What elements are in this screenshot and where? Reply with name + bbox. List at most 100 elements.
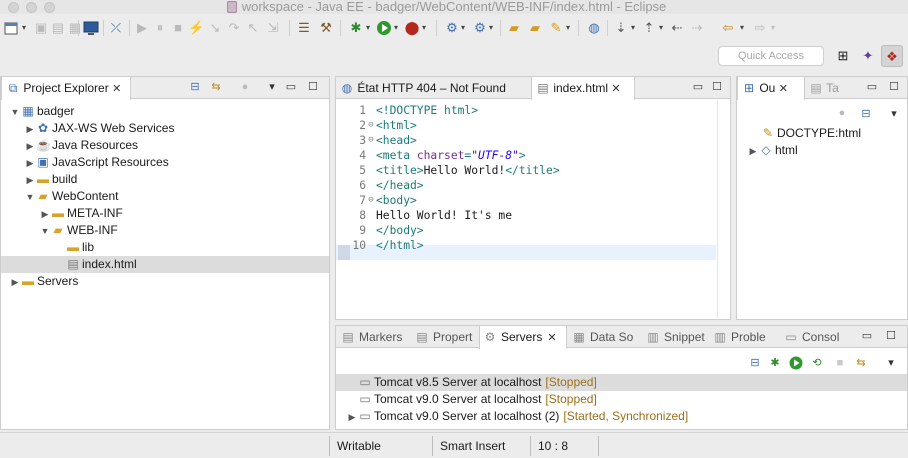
tree-item[interactable]: ▶ ✿ JAX-WS Web Services [1, 120, 329, 137]
prev-annotation-dropdown-icon[interactable]: ▾ [659, 22, 666, 34]
step-over-icon[interactable]: ↷ [226, 20, 242, 36]
tab-outline[interactable]: ⊞ Ou ✕ [737, 77, 805, 100]
tree-item[interactable]: ▶ ☕Java Resources [1, 137, 329, 154]
tab-servers[interactable]: ⚙ Servers ✕ [479, 326, 567, 349]
new-web-server-dropdown-icon[interactable]: ▾ [489, 22, 496, 34]
step-return-icon[interactable]: ↖ [245, 20, 261, 36]
focus-icon[interactable]: ● [238, 80, 252, 94]
server-row[interactable]: ▭ Tomcat v8.5 Server at localhost [Stopped… [336, 374, 907, 391]
collapsed-arrow-icon[interactable]: ▶ [24, 121, 36, 138]
external-tools-dropdown-icon[interactable]: ▾ [422, 22, 429, 34]
open-console-icon[interactable] [83, 20, 99, 36]
new-web-service-icon[interactable]: ⚙ [444, 20, 460, 36]
close-icon[interactable]: ✕ [779, 83, 788, 95]
forward-dropdown-icon[interactable]: ▾ [771, 22, 778, 34]
tab-propert[interactable]: ▤ Propert [412, 326, 478, 348]
tree-item[interactable]: ▶ ▬ build [1, 171, 329, 188]
back-dropdown-icon[interactable]: ▾ [740, 22, 747, 34]
disconnect-icon[interactable]: ⚡ [188, 20, 204, 36]
code-area[interactable]: <!DOCTYPE html> <html> <head> <meta charset… [376, 103, 716, 253]
server-row[interactable]: ▭ Tomcat v9.0 Server at localhost [Stopped… [336, 391, 907, 408]
collapse-all-icon[interactable]: ⊟ [748, 356, 762, 370]
minimize-icon[interactable]: ▭ [691, 80, 705, 94]
prev-annotation-icon[interactable]: ⇡ [641, 20, 657, 36]
save-icon[interactable]: ▣ [33, 20, 49, 36]
globe-icon[interactable]: ◍ [586, 20, 602, 36]
collapsed-arrow-icon[interactable]: ▶ [24, 155, 36, 172]
collapsed-arrow-icon[interactable]: ▶ [747, 143, 759, 160]
new-web-service-dropdown-icon[interactable]: ▾ [461, 22, 468, 34]
forward-icon[interactable]: ⇨ [752, 20, 768, 36]
tree-item[interactable]: ▼ ▦ badger [1, 103, 329, 120]
tab-snippet[interactable]: ▥ Snippet [643, 326, 709, 348]
tab-project-explorer[interactable]: ⧉ Project Explorer ✕ [1, 77, 131, 100]
start-server-icon[interactable] [789, 356, 803, 370]
view-menu-icon[interactable]: ▾ [265, 80, 279, 94]
minimize-icon[interactable]: ▭ [860, 329, 874, 343]
resume-icon[interactable]: ▶ [134, 20, 150, 36]
external-tools-icon[interactable]: ⬤ [404, 20, 420, 36]
collapse-all-icon[interactable]: ⊟ [859, 107, 873, 121]
close-icon[interactable]: ✕ [112, 83, 121, 95]
tree-item[interactable]: ▼ ▰ WEB-INF [1, 222, 329, 239]
open-type-icon[interactable]: ▰ [506, 20, 522, 36]
profile-server-icon[interactable]: ⟲ [810, 356, 824, 370]
expanded-arrow-icon[interactable]: ▼ [24, 189, 36, 206]
outline-item[interactable]: ▶ ◇ html [747, 142, 907, 159]
link-with-editor-icon[interactable]: ⇆ [209, 80, 223, 94]
quick-access-input[interactable]: Quick Access [718, 46, 824, 66]
tree-item[interactable]: ▶ ▬ Servers [1, 273, 329, 290]
publish-icon[interactable]: ⇆ [854, 356, 868, 370]
view-menu-icon[interactable]: ▾ [884, 356, 898, 370]
debug-icon[interactable]: ✱ [348, 20, 364, 36]
suspend-icon[interactable]: ⏸ [152, 20, 168, 36]
new-wizard-icon[interactable] [4, 20, 20, 36]
open-perspective-icon[interactable]: ⊞ [833, 47, 853, 65]
java-perspective-icon[interactable]: ✦ [858, 47, 878, 65]
last-edit-icon[interactable]: ⇠ [669, 20, 685, 36]
print-icon[interactable]: ▦ [67, 20, 83, 36]
save-all-icon[interactable]: ▤ [50, 20, 66, 36]
maximize-icon[interactable]: ☐ [887, 80, 901, 94]
tree-item[interactable]: ▶ ▣ JavaScript Resources [1, 154, 329, 171]
run-dropdown-icon[interactable]: ▾ [394, 22, 401, 34]
tree-item[interactable]: ▶ ▬ META-INF [1, 205, 329, 222]
terminate-icon[interactable]: ■ [170, 20, 186, 36]
debug-dropdown-icon[interactable]: ▾ [366, 22, 373, 34]
tab-task-list[interactable]: ▤ Ta [809, 77, 849, 99]
close-icon[interactable]: ✕ [547, 332, 556, 344]
outline-item[interactable]: ✎ DOCTYPE:html [747, 125, 907, 142]
server-row[interactable]: ▶ ▭ Tomcat v9.0 Server at localhost (2) [St… [336, 408, 907, 425]
tab-browser[interactable]: ◍ État HTTP 404 – Not Found [340, 77, 530, 99]
last-edit-alt-icon[interactable]: ⇢ [689, 20, 705, 36]
next-annotation-dropdown-icon[interactable]: ▾ [631, 22, 638, 34]
collapse-all-icon[interactable]: ⊟ [188, 80, 202, 94]
focus-icon[interactable]: ● [835, 106, 849, 120]
tab-consol[interactable]: ▭ Consol [781, 326, 847, 348]
maximize-icon[interactable]: ☐ [884, 329, 898, 343]
back-icon[interactable]: ⇦ [720, 20, 736, 36]
fold-toggle-icon[interactable]: ⊖ [366, 118, 376, 133]
fold-toggle-icon[interactable]: ⊖ [366, 193, 376, 208]
view-menu-icon[interactable]: ▾ [887, 107, 901, 121]
tree-item[interactable]: ▼ ▰ WebContent [1, 188, 329, 205]
collapsed-arrow-icon[interactable]: ▶ [39, 206, 51, 223]
search-dropdown-icon[interactable]: ▾ [566, 22, 573, 34]
stop-server-icon[interactable]: ■ [833, 356, 847, 370]
tree-item[interactable]: ▤ index.html [1, 256, 329, 273]
run-icon[interactable] [376, 20, 392, 36]
open-task-icon[interactable]: ▰ [527, 20, 543, 36]
collapsed-arrow-icon[interactable]: ▶ [24, 172, 36, 189]
debug-server-icon[interactable]: ✱ [768, 356, 782, 370]
new-dropdown-icon[interactable]: ▾ [22, 22, 29, 34]
search-icon[interactable]: ✎ [548, 20, 564, 36]
skip-breakpoints-icon[interactable]: ⤫ [108, 20, 124, 36]
tab-proble[interactable]: ▥ Proble [710, 326, 780, 348]
collapsed-arrow-icon[interactable]: ▶ [346, 409, 358, 426]
build-icon[interactable]: ⚒ [318, 20, 334, 36]
close-icon[interactable]: ✕ [611, 83, 620, 95]
tab-data-so[interactable]: ▦ Data So [569, 326, 641, 348]
tree-item[interactable]: ▬ lib [1, 239, 329, 256]
drop-to-frame-icon[interactable]: ⇲ [265, 20, 281, 36]
collapsed-arrow-icon[interactable]: ▶ [9, 274, 21, 291]
